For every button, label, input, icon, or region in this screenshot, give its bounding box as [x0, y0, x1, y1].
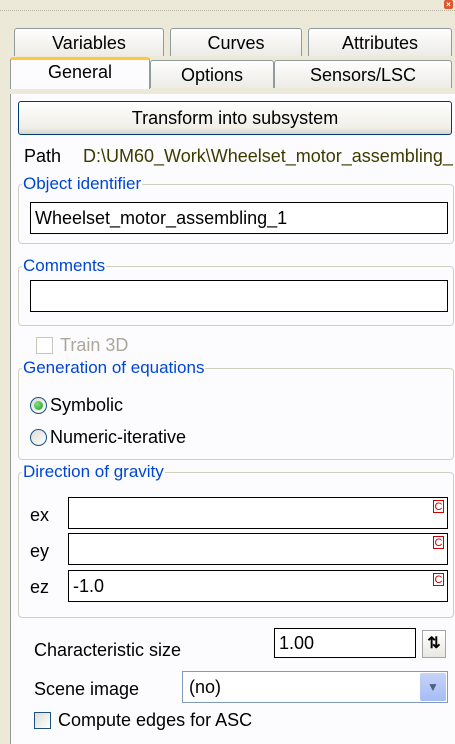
- gravity-ey-label: ey: [30, 541, 50, 561]
- tab-variables[interactable]: Variables: [14, 28, 164, 56]
- scene-image-label: Scene image: [34, 679, 140, 699]
- gravity-ey-c-button[interactable]: C: [433, 536, 444, 549]
- close-icon[interactable]: ×: [444, 0, 453, 9]
- generation-of-equations-legend: Generation of equations: [23, 358, 205, 377]
- chevron-down-icon[interactable]: ▼: [420, 673, 446, 701]
- tab-sensors-lsc[interactable]: Sensors/LSC: [274, 60, 452, 88]
- compute-edges-label: Compute edges for ASC: [58, 710, 253, 730]
- comments-legend: Comments: [23, 256, 106, 275]
- train-3d-label: Train 3D: [60, 335, 129, 355]
- path-value: D:\UM60_Work\Wheelset_motor_assembling_1: [83, 146, 454, 166]
- radio-selected-dot: [34, 401, 43, 410]
- tab-attributes[interactable]: Attributes: [308, 28, 452, 56]
- gravity-ez-label: ez: [30, 577, 50, 597]
- gravity-ez-input[interactable]: -1.0 C: [68, 570, 448, 602]
- transform-into-subsystem-button[interactable]: Transform into subsystem: [18, 101, 452, 135]
- size-stepper-icon[interactable]: ⇅: [422, 630, 446, 658]
- gravity-ez-c-button[interactable]: C: [433, 573, 444, 586]
- tab-row-2: General Options Sensors/LSC: [0, 57, 455, 90]
- tab-general[interactable]: General: [10, 57, 150, 89]
- window-top-strip: ×: [0, 0, 455, 11]
- characteristic-size-label: Characteristic size: [34, 640, 182, 660]
- tab-options[interactable]: Options: [150, 60, 274, 88]
- tab-curves[interactable]: Curves: [170, 28, 302, 56]
- train-3d-checkbox[interactable]: [36, 337, 53, 354]
- object-identifier-legend: Object identifier: [23, 174, 142, 193]
- comments-input[interactable]: [30, 280, 448, 312]
- characteristic-size-input[interactable]: 1.00: [274, 628, 416, 658]
- compute-edges-checkbox[interactable]: [34, 712, 51, 729]
- gravity-ex-label: ex: [30, 505, 50, 525]
- object-identifier-input[interactable]: Wheelset_motor_assembling_1: [30, 202, 448, 234]
- path-label: Path: [24, 146, 62, 166]
- symbolic-radio[interactable]: [30, 397, 47, 414]
- gravity-ez-value: -1.0: [73, 576, 105, 596]
- gravity-ex-c-button[interactable]: C: [433, 500, 444, 513]
- numeric-iterative-radio[interactable]: [30, 429, 47, 446]
- gravity-ey-input[interactable]: C: [68, 533, 448, 565]
- gravity-ex-input[interactable]: C: [68, 497, 448, 529]
- scene-image-value: (no): [189, 677, 222, 697]
- numeric-iterative-label: Numeric-iterative: [50, 427, 187, 447]
- path-row: Path D:\UM60_Work\Wheelset_motor_assembli…: [24, 146, 454, 167]
- scene-image-select[interactable]: (no) ▼: [182, 671, 448, 703]
- direction-of-gravity-legend: Direction of gravity: [23, 462, 164, 481]
- tab-row-1: Variables Curves Attributes: [0, 28, 455, 58]
- symbolic-label: Symbolic: [50, 395, 124, 415]
